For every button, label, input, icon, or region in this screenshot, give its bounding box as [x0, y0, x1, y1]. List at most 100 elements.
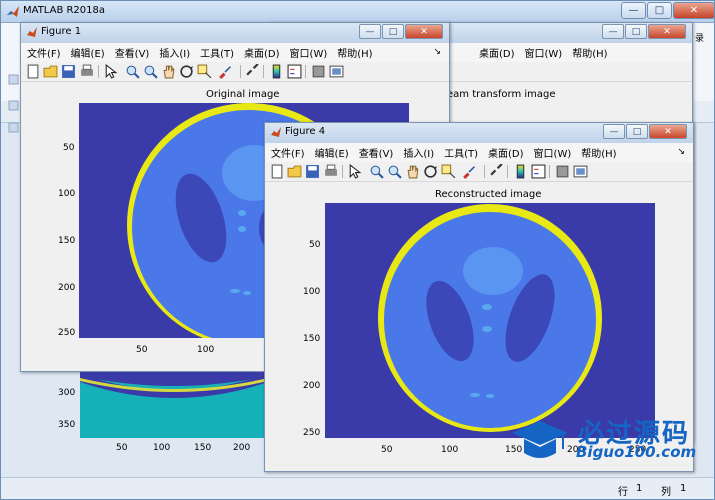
y-tick: 150 — [58, 236, 76, 246]
figure-radon-close-button[interactable]: ✕ — [648, 24, 686, 39]
figure-4-maximize-button[interactable]: □ — [626, 124, 648, 139]
x-tick: 100 — [441, 445, 459, 455]
pointer-icon[interactable] — [103, 64, 118, 79]
menu-overflow-icon[interactable]: ↘ — [433, 47, 441, 57]
pan-hand-icon[interactable] — [405, 164, 420, 179]
x-tick: 50 — [136, 345, 148, 355]
zoom-in-icon[interactable] — [125, 64, 140, 79]
menu-help[interactable]: 帮助(H) — [581, 145, 616, 160]
menu-view[interactable]: 查看(V) — [359, 145, 394, 160]
x-tick: 50 — [381, 445, 393, 455]
menu-help[interactable]: 帮助(H) — [337, 45, 372, 60]
maximize-icon: □ — [654, 5, 665, 16]
pointer-icon[interactable] — [347, 164, 362, 179]
menu-window[interactable]: 窗口(W) — [525, 45, 563, 60]
zoom-out-icon[interactable] — [387, 164, 402, 179]
main-close-button[interactable]: ✕ — [673, 2, 715, 19]
status-row-value: 1 — [636, 483, 643, 494]
figure-1-maximize-button[interactable]: □ — [382, 24, 404, 39]
rotate-3d-icon[interactable] — [179, 64, 194, 79]
y-tick: 300 — [58, 388, 76, 398]
menu-file[interactable]: 文件(F) — [271, 145, 305, 160]
legend-icon[interactable] — [531, 164, 546, 179]
menu-desktop[interactable]: 桌面(D) — [244, 45, 280, 60]
open-folder-icon[interactable] — [43, 64, 58, 79]
toolbar-separator — [507, 165, 508, 178]
save-icon[interactable] — [61, 64, 76, 79]
figure-4-title: Figure 4 — [285, 126, 326, 137]
colorbar-icon[interactable] — [513, 164, 528, 179]
zoom-in-icon[interactable] — [369, 164, 384, 179]
menu-insert[interactable]: 插入(I) — [159, 45, 190, 60]
figure-radon-maximize-button[interactable]: □ — [625, 24, 647, 39]
graduation-cap-icon — [512, 421, 568, 458]
menu-edit[interactable]: 编辑(E) — [315, 145, 349, 160]
rotate-3d-icon[interactable] — [423, 164, 438, 179]
hide-plot-tools-icon[interactable] — [311, 64, 326, 79]
x-tick: 100 — [153, 443, 171, 453]
figure-1-title: Figure 1 — [41, 26, 82, 37]
status-col-label: 列 — [661, 487, 671, 498]
legend-icon[interactable] — [287, 64, 302, 79]
x-tick: 50 — [116, 443, 128, 453]
status-col-value: 1 — [680, 483, 687, 494]
zoom-out-icon[interactable] — [143, 64, 158, 79]
menu-file[interactable]: 文件(F) — [27, 45, 61, 60]
main-minimize-button[interactable]: — — [621, 2, 646, 19]
show-plot-tools-icon[interactable] — [329, 64, 344, 79]
y-tick: 250 — [58, 328, 76, 338]
reconstructed-image-axes[interactable] — [325, 203, 655, 438]
right-panel-stub: 录 — [691, 31, 715, 91]
figure-1-titlebar: Figure 1 — □ ✕ — [21, 23, 449, 43]
pan-hand-icon[interactable] — [161, 64, 176, 79]
link-icon[interactable] — [489, 164, 504, 179]
y-tick: 150 — [303, 334, 321, 344]
menu-tools[interactable]: 工具(T) — [200, 45, 234, 60]
print-icon[interactable] — [79, 64, 94, 79]
hide-plot-tools-icon[interactable] — [555, 164, 570, 179]
main-maximize-button[interactable]: □ — [647, 2, 672, 19]
menu-desktop[interactable]: 桌面(D) — [488, 145, 524, 160]
watermark-url: Biguo100.com — [576, 443, 697, 461]
original-plot-title: Original image — [206, 89, 280, 100]
menu-overflow-icon[interactable]: ↘ — [677, 147, 685, 157]
figure-radon-minimize-button[interactable]: — — [602, 24, 624, 39]
link-icon[interactable] — [245, 64, 260, 79]
figure-4-toolbar — [265, 162, 693, 182]
save-icon[interactable] — [305, 164, 320, 179]
minimize-icon: — — [628, 5, 639, 16]
data-cursor-icon[interactable] — [197, 64, 212, 79]
brush-icon[interactable] — [461, 164, 476, 179]
radon-sinogram-axes[interactable] — [80, 372, 268, 438]
figure-1-close-button[interactable]: ✕ — [405, 24, 443, 39]
figure-4-close-button[interactable]: ✕ — [649, 124, 687, 139]
figure-1-minimize-button[interactable]: — — [359, 24, 381, 39]
new-file-icon[interactable] — [269, 164, 284, 179]
menu-view[interactable]: 查看(V) — [115, 45, 150, 60]
figure-4-menubar: 文件(F) 编辑(E) 查看(V) 插入(I) 工具(T) 桌面(D) 窗口(W… — [265, 143, 693, 162]
menu-tools[interactable]: 工具(T) — [444, 145, 478, 160]
x-tick: 150 — [194, 443, 212, 453]
print-icon[interactable] — [323, 164, 338, 179]
new-file-icon[interactable] — [25, 64, 40, 79]
menu-window[interactable]: 窗口(W) — [290, 45, 328, 60]
colorbar-icon[interactable] — [269, 64, 284, 79]
data-cursor-icon[interactable] — [441, 164, 456, 179]
brush-icon[interactable] — [217, 64, 232, 79]
figure-1-toolbar — [21, 62, 449, 82]
menu-desktop[interactable]: 桌面(D) — [479, 45, 515, 60]
toolbar-separator — [98, 65, 99, 78]
figure-4-titlebar: Figure 4 — □ ✕ — [265, 123, 693, 143]
menu-edit[interactable]: 编辑(E) — [71, 45, 105, 60]
toolbar-separator — [263, 65, 264, 78]
figure-logo-icon — [271, 127, 281, 137]
open-folder-icon[interactable] — [287, 164, 302, 179]
figure-4-minimize-button[interactable]: — — [603, 124, 625, 139]
menu-window[interactable]: 窗口(W) — [534, 145, 572, 160]
y-tick: 250 — [303, 428, 321, 438]
menu-help[interactable]: 帮助(H) — [572, 45, 607, 60]
show-plot-tools-icon[interactable] — [573, 164, 588, 179]
x-tick: 200 — [233, 443, 251, 453]
y-tick: 200 — [58, 283, 76, 293]
menu-insert[interactable]: 插入(I) — [403, 145, 434, 160]
